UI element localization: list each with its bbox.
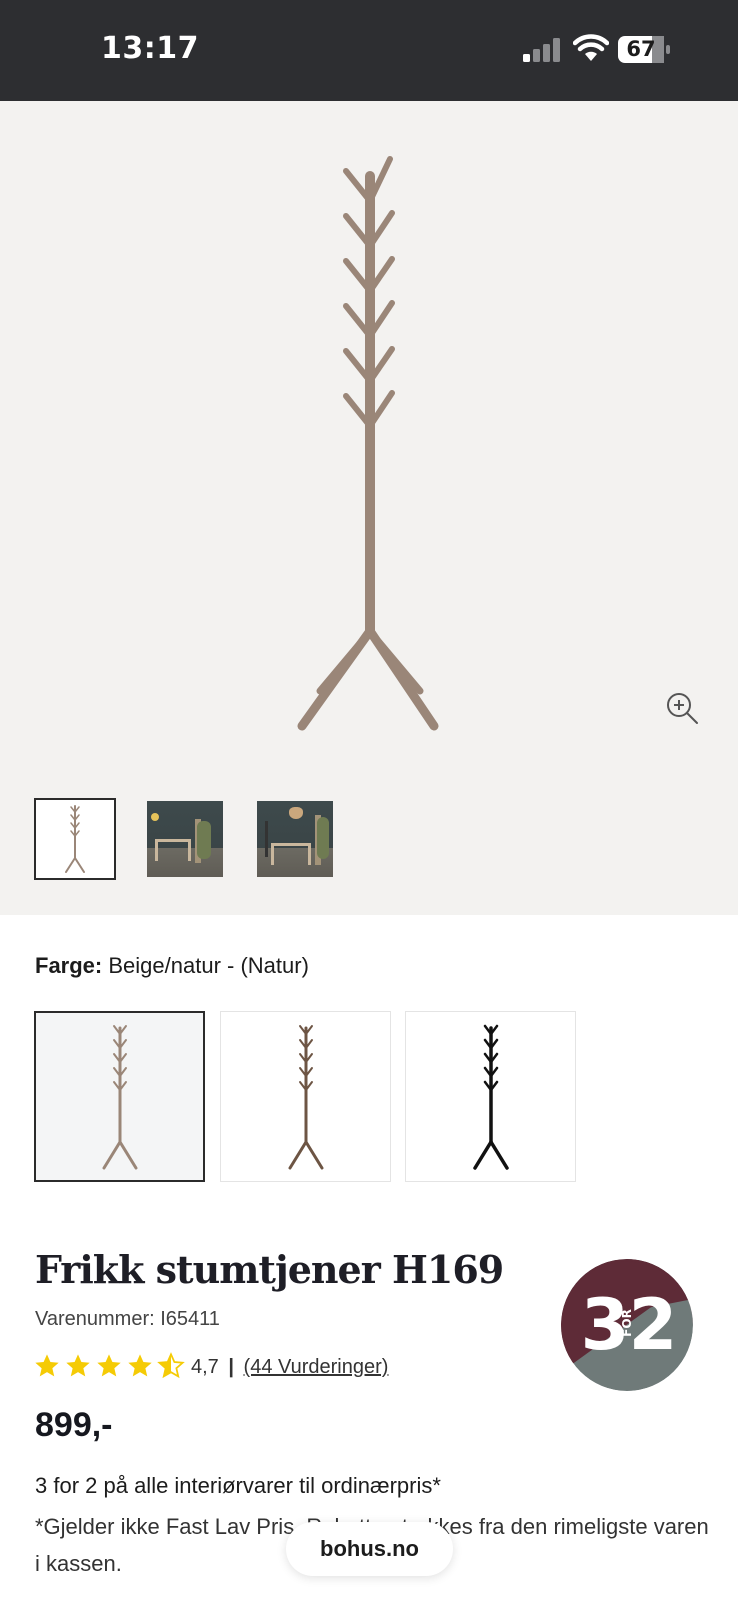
color-swatch-natur[interactable]	[34, 1011, 205, 1182]
3-for-2-badge: 3 FOR 2	[561, 1259, 693, 1391]
rating-separator: |	[228, 1356, 234, 1378]
rating-value: 4,7	[191, 1356, 219, 1378]
promo-title: 3 for 2 på alle interiørvarer til ordinæ…	[35, 1473, 441, 1498]
browser-url-pill[interactable]: bohus.no	[286, 1522, 453, 1576]
rating-stars	[33, 1352, 185, 1380]
star-half-icon	[157, 1352, 185, 1379]
color-swatch-brun[interactable]	[220, 1011, 391, 1182]
coat-stand-thumbnail-image	[65, 805, 85, 873]
battery-icon: 67	[618, 36, 670, 63]
star-full-icon	[66, 1354, 90, 1377]
gallery-thumbnail-3[interactable]	[257, 801, 333, 877]
coat-stand-sort-image	[472, 1024, 509, 1170]
status-time: 13:17	[101, 31, 199, 66]
status-bar: 13:17 67	[0, 0, 738, 101]
star-full-icon	[35, 1354, 59, 1377]
product-main-image[interactable]	[290, 151, 450, 801]
room-scene-image	[257, 801, 333, 877]
battery-level: 67	[626, 37, 656, 61]
gallery-thumbnail-2[interactable]	[147, 801, 223, 877]
color-label-title: Farge:	[35, 953, 103, 978]
color-label: Farge: Beige/natur - (Natur)	[35, 953, 309, 979]
reviews-link[interactable]: (44 Vurderinger)	[244, 1356, 389, 1378]
room-scene-image	[147, 801, 223, 877]
gallery-thumbnail-1[interactable]	[34, 798, 116, 880]
rating-summary: 4,7 | (44 Vurderinger)	[191, 1356, 388, 1379]
product-gallery	[0, 101, 738, 915]
color-swatch-sort[interactable]	[405, 1011, 576, 1182]
product-price: 899,-	[35, 1406, 113, 1444]
zoom-in-icon[interactable]	[665, 691, 699, 725]
product-sku: Varenummer: I65411	[35, 1308, 220, 1330]
coat-stand-natur-image	[102, 1024, 137, 1169]
color-value: Beige/natur - (Natur)	[108, 953, 309, 978]
star-full-icon	[128, 1354, 152, 1377]
badge-right-number: 2	[629, 1284, 678, 1366]
star-full-icon	[97, 1354, 121, 1377]
wifi-icon	[573, 34, 609, 61]
cellular-signal-icon	[523, 38, 560, 62]
coat-stand-brun-image	[288, 1024, 323, 1169]
product-title: Frikk stumtjener H169	[35, 1247, 504, 1292]
